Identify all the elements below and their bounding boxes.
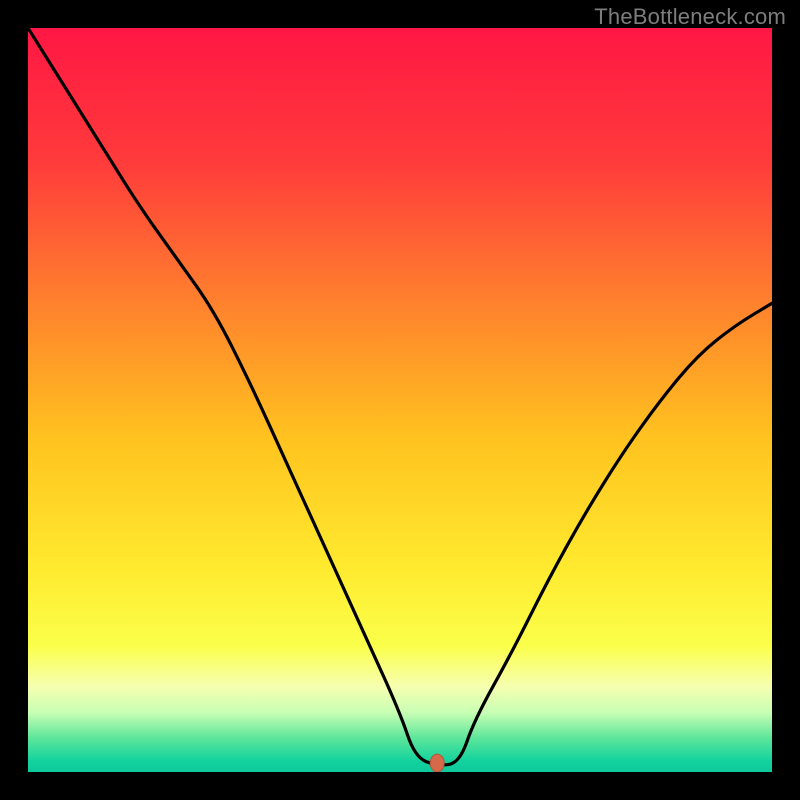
bottleneck-plot-svg bbox=[28, 28, 772, 772]
watermark-text: TheBottleneck.com bbox=[594, 4, 786, 30]
plot-area bbox=[28, 28, 772, 772]
optimum-marker bbox=[430, 754, 444, 772]
chart-frame: TheBottleneck.com bbox=[0, 0, 800, 800]
